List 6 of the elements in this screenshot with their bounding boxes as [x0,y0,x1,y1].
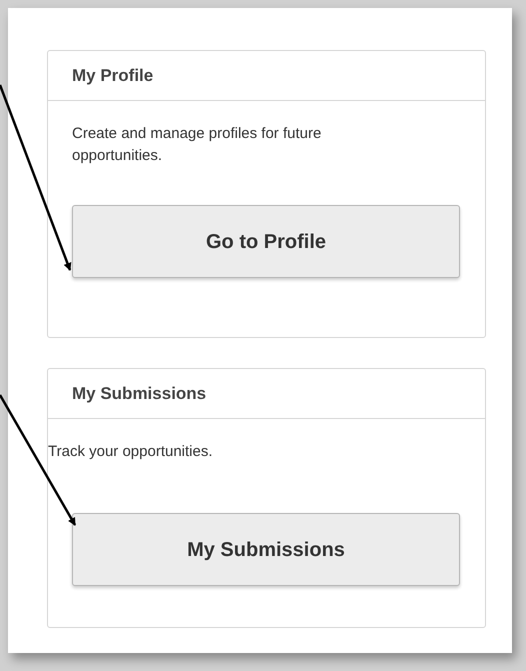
card-title: My Submissions [48,369,485,419]
card-button[interactable]: Go to Profile [72,205,460,278]
card-title: My Profile [48,51,485,101]
card-description: Create and manage profiles for future opportunities. [72,124,322,166]
card-button[interactable]: My Submissions [72,513,460,586]
card-description: Track your opportunities. [48,442,214,462]
